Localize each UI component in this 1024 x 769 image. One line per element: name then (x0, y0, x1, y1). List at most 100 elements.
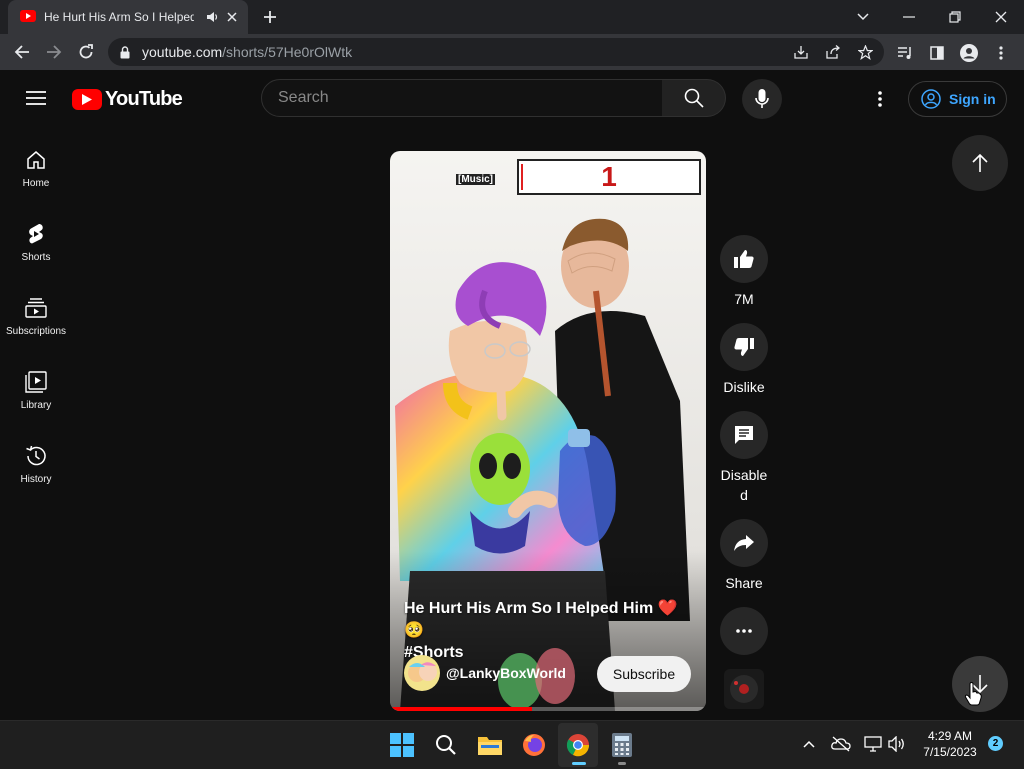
chrome-icon[interactable] (564, 731, 592, 759)
calculator-icon[interactable] (608, 731, 636, 759)
sign-in-button[interactable]: Sign in (908, 81, 1007, 117)
running-app-indicator (618, 762, 626, 765)
home-icon (24, 148, 48, 172)
firefox-icon[interactable] (520, 731, 548, 759)
search-button[interactable] (662, 79, 726, 117)
comments-button[interactable]: Disable d (720, 411, 768, 505)
channel-avatar[interactable] (404, 655, 440, 691)
sidebar-item-history[interactable]: History (0, 442, 72, 516)
tab-title: He Hurt His Arm So I Helped (44, 10, 194, 24)
media-controls-icon[interactable] (894, 42, 916, 64)
lock-icon[interactable] (118, 45, 132, 59)
address-bar[interactable]: youtube.com/shorts/57He0rOlWtk (108, 38, 884, 66)
close-window-icon[interactable] (990, 6, 1012, 28)
volume-icon[interactable] (886, 734, 908, 754)
browser-tab[interactable]: He Hurt His Arm So I Helped (8, 0, 248, 34)
onedrive-offline-icon[interactable] (830, 734, 852, 754)
install-app-icon[interactable] (792, 43, 810, 61)
short-video-player[interactable]: [Music] 1 He Hurt His Arm So I Helped Hi… (390, 151, 706, 711)
library-icon (24, 370, 48, 394)
clock-time: 4:29 AM (927, 729, 973, 743)
youtube-logo[interactable]: YouTube (72, 86, 183, 112)
voice-search-button[interactable] (742, 79, 782, 119)
short-title[interactable]: He Hurt His Arm So I Helped Him ❤️ 🥺 #Sh… (404, 598, 694, 664)
arrow-up-icon (971, 153, 989, 173)
dislike-button[interactable]: Dislike (720, 323, 768, 397)
sign-in-label: Sign in (949, 91, 996, 107)
close-tab-icon[interactable] (224, 9, 240, 25)
sidebar-item-label: Library (20, 400, 52, 411)
notification-count-badge[interactable]: 2 (988, 736, 1003, 751)
search-input[interactable]: Search (261, 79, 663, 117)
audio-playing-icon[interactable] (204, 9, 220, 25)
restore-window-icon[interactable] (944, 6, 966, 28)
youtube-play-logo-icon (72, 88, 102, 110)
system-clock[interactable]: 4:29 AM 7/15/2023 (916, 728, 984, 760)
counter-box: 1 (517, 159, 701, 195)
bookmark-star-icon[interactable] (856, 43, 874, 61)
sidebar-item-home[interactable]: Home (0, 146, 72, 220)
share-button[interactable]: Share (720, 519, 768, 593)
like-button[interactable]: 7M (720, 235, 768, 309)
sidebar-item-subscriptions[interactable]: Subscriptions (0, 294, 72, 368)
dislike-label: Dislike (723, 379, 765, 395)
sidebar-item-library[interactable]: Library (0, 368, 72, 442)
short-title-line-1: He Hurt His Arm So I Helped Him ❤️ 🥺 (404, 600, 678, 639)
taskbar-search-icon[interactable] (432, 731, 460, 759)
comments-label-line-2: d (740, 487, 748, 503)
caption-tag: [Music] (456, 174, 495, 185)
subscribe-label: Subscribe (612, 666, 676, 682)
account-circle-icon (921, 89, 941, 109)
youtube-favicon-icon (20, 10, 36, 22)
comment-icon (720, 411, 768, 459)
guide-menu-icon[interactable] (22, 86, 50, 110)
forward-arrow-icon[interactable] (42, 40, 66, 64)
share-label: Share (725, 575, 763, 591)
progress-fill (390, 707, 533, 711)
more-horizontal-icon (720, 607, 768, 655)
sidebar-item-label: History (20, 474, 52, 485)
profile-avatar-icon[interactable] (958, 42, 980, 64)
search-placeholder: Search (278, 89, 329, 106)
progress-track[interactable] (390, 707, 706, 711)
url-path: /shorts/57He0rOlWtk (222, 44, 353, 60)
shorts-icon (24, 222, 48, 246)
sidebar-item-label: Subscriptions (5, 326, 67, 337)
sidebar-item-label: Home (22, 178, 50, 189)
show-hidden-icons-chevron-icon[interactable] (800, 735, 818, 753)
counter-marker (521, 164, 523, 190)
back-arrow-icon[interactable] (10, 40, 34, 64)
network-icon[interactable] (862, 734, 884, 754)
previous-short-button[interactable] (952, 135, 1008, 191)
url-host: youtube.com (142, 44, 223, 60)
settings-more-icon[interactable] (868, 88, 892, 110)
new-tab-button[interactable] (260, 7, 280, 27)
file-explorer-icon[interactable] (476, 731, 504, 759)
minimize-window-icon[interactable] (898, 6, 920, 28)
windows-start-icon[interactable] (388, 731, 416, 759)
comments-label-line-1: Disable (720, 467, 768, 483)
reload-icon[interactable] (74, 40, 98, 64)
sound-thumbnail[interactable] (724, 669, 764, 709)
clock-date: 7/15/2023 (923, 745, 977, 759)
side-panel-icon[interactable] (926, 42, 948, 64)
thumb-down-icon (720, 323, 768, 371)
tab-search-icon[interactable] (852, 6, 874, 28)
like-count: 7M (734, 291, 754, 307)
subscriptions-icon (24, 296, 48, 320)
channel-name[interactable]: @LankyBoxWorld (446, 665, 566, 681)
share-page-icon[interactable] (824, 43, 842, 61)
sidebar-item-label: Shorts (21, 252, 51, 263)
sidebar-item-shorts[interactable]: Shorts (0, 220, 72, 294)
hand-cursor-icon (964, 681, 982, 706)
active-app-indicator (572, 762, 586, 765)
more-actions-button[interactable] (720, 607, 768, 655)
url-text: youtube.com/shorts/57He0rOlWtk (142, 44, 352, 60)
youtube-logo-text: YouTube (105, 87, 183, 110)
subscribe-button[interactable]: Subscribe (597, 656, 691, 692)
comments-label: Disable d (716, 465, 772, 505)
browser-menu-icon[interactable] (990, 42, 1012, 64)
search-icon (684, 88, 704, 108)
counter-number: 1 (601, 161, 617, 192)
share-arrow-icon (720, 519, 768, 567)
